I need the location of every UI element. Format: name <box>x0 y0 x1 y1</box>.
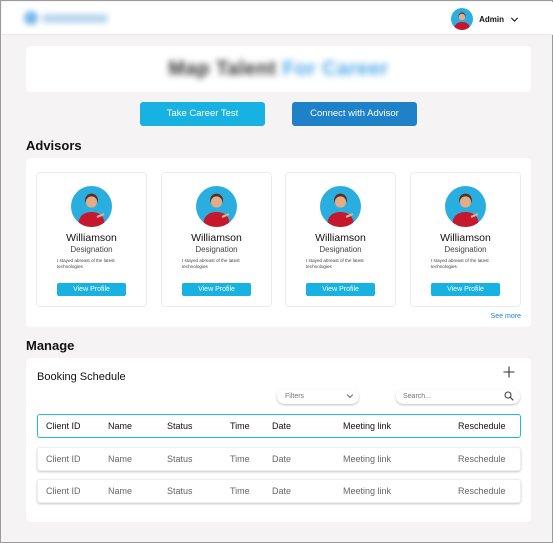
advisor-designation: Designation <box>319 245 362 254</box>
logo-mark-icon <box>24 11 38 25</box>
hero-title-part2: For Career <box>282 58 389 80</box>
table-header-row: Client ID Name Status Time Date Meeting … <box>37 414 521 438</box>
admin-menu[interactable]: Admin <box>451 8 519 30</box>
table-cell: Client ID <box>46 454 81 464</box>
top-bar: Admin <box>2 2 553 35</box>
hero-title: Map Talent For Career <box>26 58 531 81</box>
filters-label: Filters <box>285 393 305 400</box>
table-cell: Status <box>167 486 193 496</box>
chevron-down-icon <box>346 394 354 399</box>
search-icon[interactable] <box>504 391 514 401</box>
person-avatar-icon <box>203 193 230 227</box>
advisor-avatar <box>71 186 112 227</box>
table-cell: Time <box>230 486 250 496</box>
advisor-card: Williamson Designation I stayed abreast … <box>410 172 521 307</box>
table-cell: Name <box>108 486 133 496</box>
booking-schedule-title: Booking Schedule <box>37 371 126 383</box>
advisor-blurb: I stayed abreast of the latest technolog… <box>431 258 489 269</box>
avatar <box>451 8 474 30</box>
column-header[interactable]: Client ID <box>46 415 81 437</box>
advisor-name: Williamson <box>191 232 242 244</box>
advisor-blurb: I stayed abreast of the latest technolog… <box>306 258 364 269</box>
advisor-blurb: I stayed abreast of the latest technolog… <box>182 258 240 269</box>
admin-label: Admin <box>479 14 504 24</box>
filters-dropdown[interactable]: Filters <box>277 389 359 404</box>
advisors-heading: Advisors <box>26 138 82 153</box>
meeting-link[interactable]: Meeting link <box>343 480 391 502</box>
advisor-card: Williamson Designation I stayed abreast … <box>36 172 147 307</box>
meeting-link[interactable]: Meeting link <box>343 448 391 470</box>
table-row[interactable]: Client ID Name Status Time Date Meeting … <box>37 447 521 471</box>
column-header[interactable]: Meeting link <box>343 415 391 437</box>
view-profile-button[interactable]: View Profile <box>306 283 375 296</box>
person-avatar-icon <box>78 193 105 227</box>
advisor-designation: Designation <box>444 245 487 254</box>
view-profile-button[interactable]: View Profile <box>57 283 126 296</box>
logo-wordmark <box>42 13 108 23</box>
person-avatar-icon <box>452 193 479 227</box>
column-header[interactable]: Reschedule <box>458 415 506 437</box>
hero-banner: Map Talent For Career <box>26 46 531 92</box>
table-cell: Date <box>272 454 292 464</box>
search-input[interactable] <box>403 391 493 402</box>
take-career-test-button[interactable]: Take Career Test <box>140 102 265 126</box>
table-cell: Time <box>230 454 250 464</box>
chevron-down-icon <box>510 17 519 22</box>
advisor-avatar <box>445 186 486 227</box>
advisor-name: Williamson <box>440 232 491 244</box>
column-header[interactable]: Name <box>108 415 132 437</box>
plus-icon[interactable] <box>503 366 515 378</box>
advisors-panel: Williamson Designation I stayed abreast … <box>26 158 531 327</box>
advisor-designation: Designation <box>195 245 238 254</box>
advisor-blurb: I stayed abreast of the latest technolog… <box>57 258 115 269</box>
brand-logo[interactable] <box>24 10 112 26</box>
table-row[interactable]: Client ID Name Status Time Date Meeting … <box>37 479 521 503</box>
hero-title-part1: Map Talent <box>168 58 277 80</box>
connect-advisor-button[interactable]: Connect with Advisor <box>292 102 417 126</box>
table-cell: Status <box>167 454 193 464</box>
table-cell: Name <box>108 454 133 464</box>
table-cell: Date <box>272 486 292 496</box>
advisor-avatar <box>320 186 361 227</box>
advisor-name: Williamson <box>66 232 117 244</box>
search-box <box>396 389 520 404</box>
see-more-link[interactable]: See more <box>491 313 521 320</box>
view-profile-button[interactable]: View Profile <box>431 283 500 296</box>
advisor-name: Williamson <box>315 232 366 244</box>
table-cell: Client ID <box>46 486 81 496</box>
column-header[interactable]: Time <box>230 415 250 437</box>
advisor-card: Williamson Designation I stayed abreast … <box>161 172 272 307</box>
reschedule-link[interactable]: Reschedule <box>458 480 506 502</box>
column-header[interactable]: Date <box>272 415 291 437</box>
manage-panel: Booking Schedule Filters Client ID Name … <box>26 358 531 522</box>
person-avatar-icon <box>327 193 354 227</box>
advisor-card: Williamson Designation I stayed abreast … <box>285 172 396 307</box>
view-profile-button[interactable]: View Profile <box>182 283 251 296</box>
person-avatar-icon <box>454 12 471 30</box>
column-header[interactable]: Status <box>167 415 193 437</box>
app-frame: Admin Map Talent For Career Take Career … <box>0 0 553 543</box>
advisor-designation: Designation <box>70 245 113 254</box>
advisor-avatar <box>196 186 237 227</box>
reschedule-link[interactable]: Reschedule <box>458 448 506 470</box>
manage-heading: Manage <box>26 338 75 353</box>
